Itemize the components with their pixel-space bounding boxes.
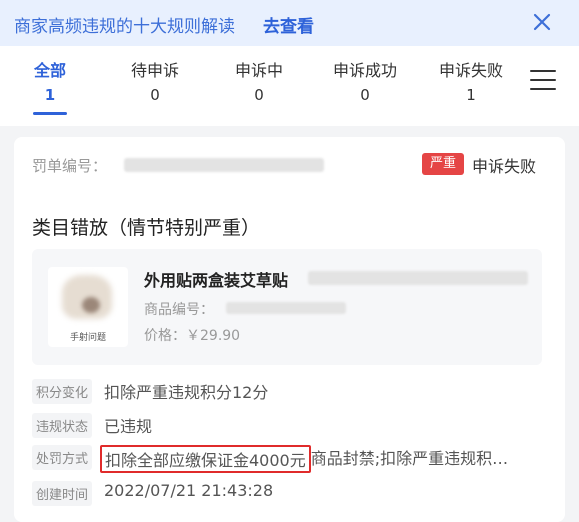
tab-appeal-success[interactable]: 申诉成功 0 xyxy=(320,60,410,105)
notice-banner: 商家高频违规的十大规则解读 去查看 xyxy=(0,0,579,46)
detail-tag: 违规状态 xyxy=(32,413,93,438)
banner-text: 商家高频违规的十大规则解读 xyxy=(14,17,235,37)
tab-all[interactable]: 全部 1 xyxy=(5,60,95,105)
detail-value: 已违规 xyxy=(104,417,153,436)
tab-label: 申诉成功 xyxy=(332,61,397,80)
penalty-rest: 商品封禁;扣除严重违规积分12分 xyxy=(310,449,517,468)
thumbnail-caption: 手射问题 xyxy=(69,333,106,343)
detail-value: 2022/07/21 21:43:28 xyxy=(104,481,274,500)
tab-label: 全部 xyxy=(33,61,66,80)
detail-value: 扣除严重违规积分12分 xyxy=(104,383,269,402)
tab-count: 1 xyxy=(466,86,476,104)
appeal-status: 申诉失败 xyxy=(472,157,537,176)
product-code-redacted xyxy=(226,302,346,314)
tab-count: 0 xyxy=(254,86,264,104)
detail-tag: 积分变化 xyxy=(32,379,93,404)
active-tab-indicator xyxy=(33,112,67,115)
severity-badge: 严重 xyxy=(422,153,464,175)
detail-tag: 处罚方式 xyxy=(32,445,93,470)
tab-count: 0 xyxy=(360,86,370,104)
close-icon[interactable] xyxy=(531,11,553,33)
tab-count: 0 xyxy=(150,86,160,104)
penalty-number-label: 罚单编号： xyxy=(32,157,108,175)
status-tabs: 全部 1 待申诉 0 申诉中 0 申诉成功 0 申诉失败 1 xyxy=(0,46,579,126)
tab-label: 申诉失败 xyxy=(438,61,503,80)
tab-appeal-failed[interactable]: 申诉失败 1 xyxy=(426,60,516,105)
product-price: 价格：￥29.90 xyxy=(144,328,241,344)
tab-label: 待申诉 xyxy=(130,61,179,80)
product-name: 外用贴两盒装艾草贴 xyxy=(144,271,289,290)
highlighted-penalty: 扣除全部应缴保证金4000元 xyxy=(100,445,311,473)
tab-count: 1 xyxy=(44,86,56,104)
tab-pending-appeal[interactable]: 待申诉 0 xyxy=(110,60,200,105)
tab-label: 申诉中 xyxy=(234,61,283,80)
penalty-number-redacted xyxy=(124,158,324,172)
product-code-label: 商品编号： xyxy=(144,302,214,318)
detail-value: 扣除全部应缴保证金4000元商品封禁;扣除严重违规积分12分 xyxy=(100,445,517,473)
menu-icon[interactable] xyxy=(530,70,556,92)
banner-view-link[interactable]: 去查看 xyxy=(263,12,314,37)
penalty-card[interactable]: 罚单编号： 严重 申诉失败 类目错放（情节特别严重） 手射问题 外用贴两盒装艾草… xyxy=(14,137,565,522)
product-name-redacted xyxy=(308,271,528,285)
violation-title: 类目错放（情节特别严重） xyxy=(32,217,261,239)
product-thumbnail: 手射问题 xyxy=(48,267,128,347)
product-info[interactable]: 手射问题 外用贴两盒装艾草贴 商品编号： 价格：￥29.90 xyxy=(32,249,542,365)
detail-tag: 创建时间 xyxy=(32,481,93,506)
tab-appealing[interactable]: 申诉中 0 xyxy=(214,60,304,105)
